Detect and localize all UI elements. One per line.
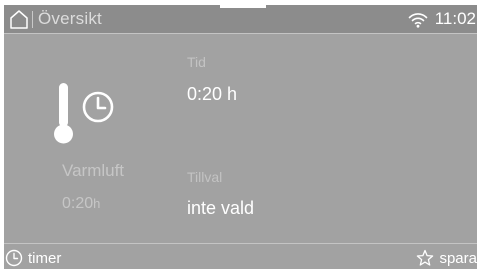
save-label: spara bbox=[439, 249, 477, 267]
header-bar: Översikt 11:02 bbox=[4, 5, 477, 33]
top-indicator bbox=[220, 5, 266, 8]
footer-divider bbox=[4, 243, 477, 244]
page-title: Översikt bbox=[38, 9, 102, 28]
timer-button[interactable]: timer bbox=[5, 248, 61, 268]
time-value[interactable]: 0:20 h bbox=[187, 83, 237, 105]
appliance-screen: Översikt 11:02 Varmluft 0:20h Tid 0:20 h… bbox=[4, 5, 477, 269]
home-icon bbox=[10, 10, 28, 29]
program-duration-unit: h bbox=[93, 196, 101, 211]
home-button[interactable] bbox=[8, 9, 30, 29]
thermometer-timer-icon bbox=[48, 81, 118, 147]
time-label: Tid bbox=[187, 54, 206, 70]
program-name: Varmluft bbox=[62, 161, 125, 180]
wifi-icon bbox=[408, 11, 428, 28]
title-separator bbox=[32, 11, 33, 28]
save-button[interactable]: spara bbox=[416, 248, 477, 268]
clock-time: 11:02 bbox=[434, 9, 476, 28]
star-icon bbox=[417, 249, 434, 266]
options-value[interactable]: inte vald bbox=[187, 197, 254, 219]
clock-icon bbox=[5, 249, 23, 267]
timer-label: timer bbox=[28, 249, 62, 267]
program-duration: 0:20h bbox=[62, 194, 100, 214]
options-label: Tillval bbox=[187, 169, 223, 185]
program-duration-value: 0:20 bbox=[62, 195, 94, 212]
header-divider bbox=[4, 33, 477, 34]
